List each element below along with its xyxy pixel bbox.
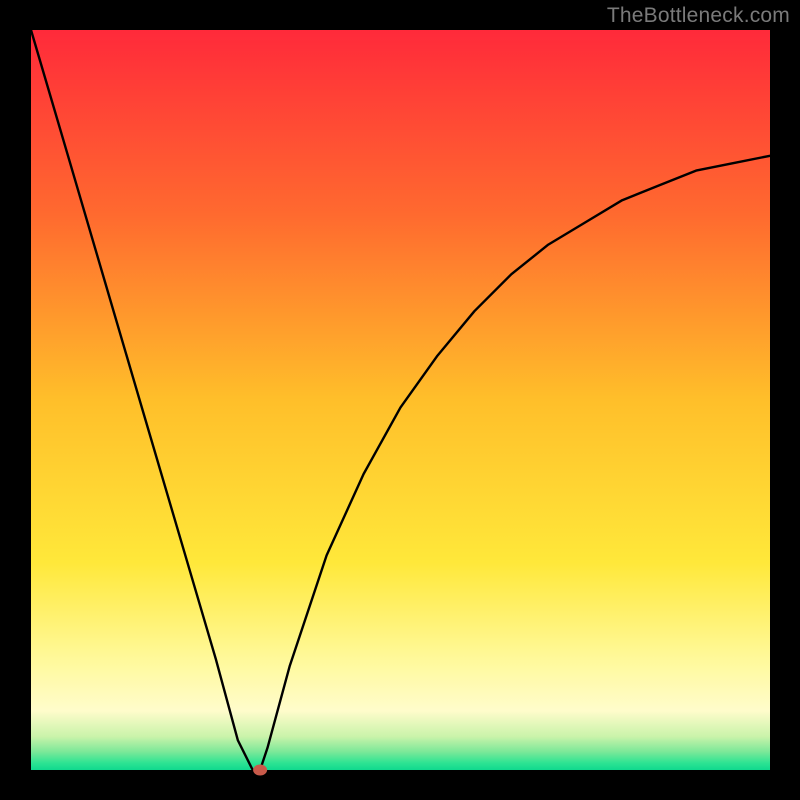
optimum-marker: [253, 765, 267, 776]
plot-background: [31, 30, 770, 770]
bottleneck-chart: [0, 0, 800, 800]
chart-frame: TheBottleneck.com: [0, 0, 800, 800]
watermark-label: TheBottleneck.com: [607, 4, 790, 28]
